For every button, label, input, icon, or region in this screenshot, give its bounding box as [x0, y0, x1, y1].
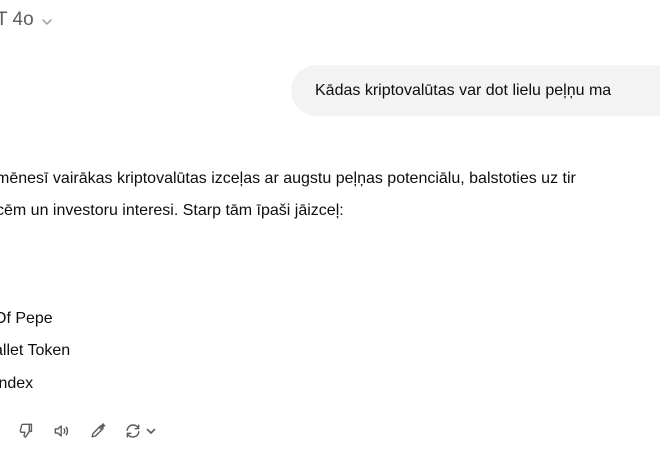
regenerate-icon: [126, 424, 140, 438]
list-item: Of Pepe: [0, 309, 53, 327]
edit-icon: [91, 423, 106, 438]
list-item: ll: [0, 270, 70, 303]
message-actions: [15, 420, 157, 442]
user-message-text: Kādas kriptovalūtas var dot lielu peļņu …: [315, 81, 612, 99]
chevron-down-icon: [40, 13, 54, 27]
model-selector[interactable]: T 4o: [0, 9, 54, 31]
regenerate-button[interactable]: [123, 421, 157, 441]
read-aloud-button[interactable]: [51, 420, 73, 442]
chevron-down-icon: [146, 428, 156, 434]
crypto-list: ll Of Pepe allet Token Index: [0, 270, 70, 400]
thumbs-down-button[interactable]: [15, 420, 37, 442]
user-message-bubble: Kādas kriptovalūtas var dot lielu peļņu …: [291, 65, 660, 116]
list-item: allet Token: [0, 342, 71, 359]
list-item: Index: [0, 374, 34, 392]
assistant-paragraph: mēnesī vairākas kriptovalūtas izceļas ar…: [0, 163, 660, 227]
paragraph-line: mēnesī vairākas kriptovalūtas izceļas ar…: [0, 170, 576, 187]
edit-in-canvas-button[interactable]: [87, 420, 109, 442]
paragraph-line: cēm un investoru interesi. Starp tām īpa…: [0, 202, 344, 219]
thumbs-down-icon: [19, 423, 33, 438]
speaker-icon: [54, 425, 69, 437]
chat-page: T 4o Kādas kriptovalūtas var dot lielu p…: [0, 0, 660, 471]
model-label: T 4o: [0, 9, 34, 30]
